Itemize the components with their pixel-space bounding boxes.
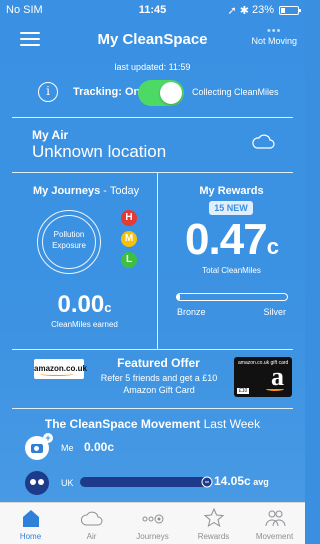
tab-rewards-label: Rewards — [197, 532, 230, 541]
tab-movement-label: Movement — [255, 532, 294, 541]
collecting-label: Collecting CleanMiles — [192, 87, 279, 97]
my-air-title: My Air — [32, 128, 69, 142]
me-value: 0.00c — [84, 440, 115, 454]
app-header: My CleanSpace ••• Not Moving — [0, 24, 305, 60]
my-journeys-card[interactable]: My Journeys - Today Pollution Exposure H … — [12, 173, 157, 349]
pollution-exposure-gauge: Pollution Exposure — [37, 210, 101, 274]
tracking-row: i Tracking: On Collecting CleanMiles — [0, 80, 305, 106]
tier-progress-fill — [177, 294, 181, 300]
journeys-title: My Journeys - Today — [33, 185, 140, 197]
cloud-icon — [80, 511, 102, 526]
bar-tip-icon — [201, 476, 213, 488]
air-location: Unknown location — [32, 142, 167, 161]
app-screen: No SIM 11:45 ➚ ✱ 23% My CleanSpace ••• N… — [0, 0, 305, 544]
battery-fill — [281, 7, 285, 13]
star-icon — [203, 508, 224, 528]
total-cleanmiles-label: Total CleanMiles — [202, 266, 261, 275]
cleanmiles-earned-value: 0.00c — [57, 291, 112, 318]
total-cleanmiles-value: 0.47c — [185, 215, 279, 264]
my-air-card[interactable]: My Air Unknown location — [0, 118, 305, 172]
tier-bronze-label: Bronze — [177, 307, 206, 317]
moving-status[interactable]: ••• Not Moving — [251, 25, 297, 47]
uk-average-value: 14.05c avg — [214, 474, 269, 488]
status-time: 11:45 — [138, 4, 167, 16]
tab-home[interactable]: Home — [0, 503, 61, 544]
journeys-icon — [142, 514, 163, 524]
tab-rewards[interactable]: Rewards — [183, 503, 244, 544]
tab-bar: Home Air Journeys Rewards Movement — [0, 502, 305, 544]
gift-card-image: amazon.co.uk gift card a £10 — [234, 357, 292, 397]
gift-card-value: £10 — [237, 388, 250, 394]
tab-air[interactable]: Air — [61, 503, 122, 544]
moving-status-label: Not Moving — [251, 36, 297, 46]
tab-air-label: Air — [86, 532, 97, 541]
more-dots-icon: ••• — [266, 25, 282, 37]
tab-journeys[interactable]: Journeys — [122, 503, 183, 544]
featured-offer-banner[interactable]: amazon.co.uk Featured Offer Refer 5 frie… — [0, 350, 305, 406]
new-rewards-badge: 15 NEW — [209, 201, 253, 215]
tab-movement[interactable]: Movement — [244, 503, 305, 544]
level-high-badge: H — [121, 210, 137, 226]
home-icon — [22, 510, 39, 527]
uk-label: UK — [61, 478, 74, 488]
people-icon — [265, 510, 285, 527]
rewards-title: My Rewards — [199, 185, 264, 197]
divider — [12, 408, 293, 409]
offer-text: Refer 5 friends and get a £10 Amazon Gif… — [100, 373, 218, 395]
tracking-label: Tracking: On — [73, 86, 141, 98]
pollution-exposure-label: Pollution Exposure — [42, 215, 96, 269]
toggle-knob — [160, 82, 182, 104]
level-medium-badge: M — [121, 231, 137, 247]
movement-card[interactable]: The CleanSpace Movement Last Week + Me 0… — [0, 410, 305, 502]
status-bar: No SIM 11:45 ➚ ✱ 23% — [0, 0, 305, 20]
info-icon[interactable]: i — [38, 82, 58, 102]
cleanmiles-earned-label: CleanMiles earned — [51, 320, 118, 329]
tier-progress-bar — [176, 293, 288, 301]
movement-title: The CleanSpace Movement Last Week — [44, 417, 261, 431]
tracking-toggle[interactable] — [138, 80, 184, 106]
tab-home-label: Home — [19, 532, 42, 541]
me-label: Me — [61, 443, 74, 453]
uk-average-bar — [80, 476, 213, 488]
tier-silver-label: Silver — [263, 307, 286, 317]
uk-people-icon — [25, 471, 49, 495]
my-rewards-card[interactable]: My Rewards 15 NEW 0.47c Total CleanMiles… — [158, 173, 305, 349]
level-low-badge: L — [121, 252, 137, 268]
add-photo-icon[interactable]: + — [25, 433, 53, 460]
tab-journeys-label: Journeys — [136, 532, 169, 541]
last-updated: last updated: 11:59 — [114, 62, 191, 72]
cloud-icon — [252, 134, 275, 149]
amazon-smile-icon — [266, 387, 284, 391]
battery-icon — [279, 5, 301, 15]
